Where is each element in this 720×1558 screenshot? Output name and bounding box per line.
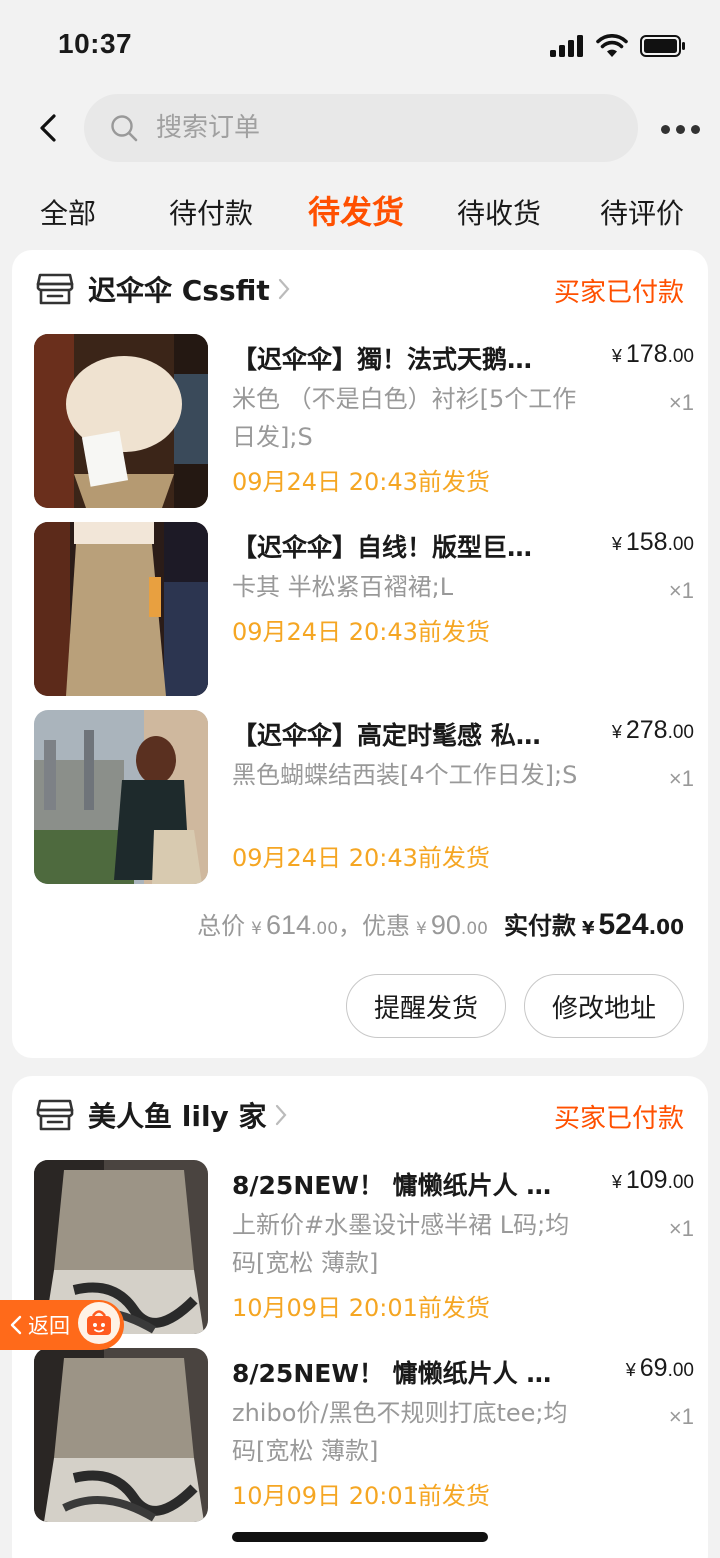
floating-return-label: 返回 bbox=[28, 1314, 70, 1338]
product-quantity: ×1 bbox=[668, 766, 694, 791]
tab-all[interactable]: 全部 bbox=[40, 186, 96, 242]
tab-pending-review[interactable]: 待评价 bbox=[600, 186, 684, 242]
shop-name: 迟伞伞 Cssfit bbox=[88, 274, 270, 307]
ship-deadline: 09月24日 20:43前发货 bbox=[232, 468, 490, 496]
shop-icon bbox=[36, 1099, 74, 1131]
product-spec: 黑色蝴蝶结西装[4个工作日发];S bbox=[232, 761, 578, 789]
more-dot-icon bbox=[690, 124, 700, 134]
product-image bbox=[34, 334, 208, 508]
order-card: 迟伞伞 Cssfit 买家已付款 【迟伞伞】獨！法式天鹅… 米色 （不是白色）衬… bbox=[12, 250, 708, 1058]
back-button[interactable] bbox=[28, 108, 68, 148]
more-options-button[interactable] bbox=[656, 114, 704, 144]
ship-deadline: 09月24日 20:43前发货 bbox=[232, 844, 490, 872]
order-item[interactable]: 【迟伞伞】自线！版型巨… 卡其 半松紧百褶裙;L 09月24日 20:43前发货… bbox=[34, 522, 694, 696]
discount-amount: 90 bbox=[430, 910, 461, 940]
total-decimal: .00 bbox=[311, 919, 339, 939]
order-item[interactable]: 【迟伞伞】高定时髦感 私… 黑色蝴蝶结西装[4个工作日发];S 09月24日 2… bbox=[34, 710, 694, 884]
total-currency: ¥ bbox=[251, 919, 262, 939]
paid-currency: ¥ bbox=[581, 918, 595, 939]
product-title: 【迟伞伞】獨！法式天鹅… bbox=[232, 345, 533, 374]
paid-decimal: .00 bbox=[648, 915, 684, 939]
nav-bar bbox=[0, 92, 720, 166]
shop-header[interactable]: 美人鱼 lily 家 bbox=[36, 1094, 287, 1136]
home-indicator[interactable] bbox=[232, 1532, 488, 1542]
order-status: 买家已付款 bbox=[553, 278, 684, 308]
remind-shipment-button[interactable]: 提醒发货 bbox=[346, 974, 506, 1038]
more-dot-icon bbox=[660, 124, 670, 134]
product-spec: 上新价#水墨设计感半裙 L码;均码[宽松 薄款] bbox=[232, 1211, 570, 1277]
status-bar: 10:37 bbox=[0, 0, 720, 92]
edit-address-button[interactable]: 修改地址 bbox=[524, 974, 684, 1038]
search-input[interactable] bbox=[156, 113, 596, 143]
product-quantity: ×1 bbox=[668, 1216, 694, 1241]
order-item[interactable]: 8/25NEW！ 慵懒纸片人 不… zhibo价/黑色不规则打底tee;均码[宽… bbox=[34, 1348, 694, 1522]
chevron-right-icon bbox=[278, 278, 290, 300]
order-status: 买家已付款 bbox=[553, 1104, 684, 1134]
discount-decimal: .00 bbox=[460, 919, 488, 939]
shop-header[interactable]: 迟伞伞 Cssfit bbox=[36, 268, 290, 310]
paid-amount: 524 bbox=[598, 908, 649, 941]
product-image bbox=[34, 710, 208, 884]
search-bar[interactable] bbox=[84, 94, 638, 162]
total-amount: 614 bbox=[265, 910, 311, 940]
discount-currency: ¥ bbox=[416, 919, 427, 939]
order-tabs: 全部 待付款 待发货 待收货 待评价 bbox=[0, 186, 720, 246]
search-icon bbox=[111, 115, 138, 142]
status-icons bbox=[550, 34, 686, 58]
ship-deadline: 09月24日 20:43前发货 bbox=[232, 618, 490, 646]
product-title: 【迟伞伞】高定时髦感 私… bbox=[232, 721, 541, 750]
product-price: ¥158.00 bbox=[611, 528, 694, 556]
product-title: 8/25NEW！ 慵懒纸片人 … bbox=[232, 1171, 552, 1200]
ship-deadline: 10月09日 20:01前发货 bbox=[232, 1482, 490, 1510]
product-spec: 米色 （不是白色）衬衫[5个工作日发];S bbox=[232, 385, 577, 451]
taobao-logo-icon bbox=[78, 1302, 120, 1344]
product-title: 【迟伞伞】自线！版型巨… bbox=[232, 533, 533, 562]
ship-deadline: 10月09日 20:01前发货 bbox=[232, 1294, 490, 1322]
order-item[interactable]: 8/25NEW！ 慵懒纸片人 … 上新价#水墨设计感半裙 L码;均码[宽松 薄款… bbox=[34, 1160, 694, 1334]
chevron-right-icon bbox=[275, 1104, 287, 1126]
product-quantity: ×1 bbox=[668, 578, 694, 603]
product-quantity: ×1 bbox=[668, 390, 694, 415]
product-price: ¥278.00 bbox=[611, 716, 694, 744]
more-dot-icon bbox=[675, 124, 685, 134]
shop-icon bbox=[36, 273, 74, 305]
product-price: ¥109.00 bbox=[611, 1166, 694, 1194]
order-item[interactable]: 【迟伞伞】獨！法式天鹅… 米色 （不是白色）衬衫[5个工作日发];S 09月24… bbox=[34, 334, 694, 508]
chevron-left-icon bbox=[40, 114, 56, 142]
order-total-summary: 总价 ¥ 614 .00 ， 优惠 ¥ 90 .00 实付款 ¥ 524 .00 bbox=[197, 906, 684, 942]
status-time: 10:37 bbox=[58, 28, 133, 59]
wifi-icon bbox=[596, 34, 628, 57]
product-image bbox=[34, 522, 208, 696]
product-price: ¥178.00 bbox=[611, 340, 694, 368]
shop-name: 美人鱼 lily 家 bbox=[88, 1100, 267, 1133]
product-price: ¥69.00 bbox=[625, 1354, 694, 1382]
product-image bbox=[34, 1348, 208, 1522]
product-quantity: ×1 bbox=[668, 1404, 694, 1429]
paid-label: 实付款 bbox=[503, 912, 576, 940]
tab-pending-payment[interactable]: 待付款 bbox=[169, 186, 253, 242]
total-label: 总价 bbox=[197, 912, 246, 940]
cellular-signal-icon bbox=[550, 35, 583, 57]
summary-separator: ， bbox=[338, 912, 363, 940]
chevron-left-icon bbox=[10, 1315, 22, 1335]
product-spec: 卡其 半松紧百褶裙;L bbox=[232, 573, 454, 601]
tab-pending-receipt[interactable]: 待收货 bbox=[457, 186, 541, 242]
battery-icon bbox=[640, 35, 685, 57]
floating-return-button[interactable]: 返回 bbox=[0, 1300, 124, 1350]
tab-pending-shipment[interactable]: 待发货 bbox=[308, 184, 404, 240]
product-spec: zhibo价/黑色不规则打底tee;均码[宽松 薄款] bbox=[232, 1399, 568, 1465]
product-title: 8/25NEW！ 慵懒纸片人 不… bbox=[232, 1359, 572, 1388]
discount-label: 优惠 bbox=[362, 912, 411, 940]
